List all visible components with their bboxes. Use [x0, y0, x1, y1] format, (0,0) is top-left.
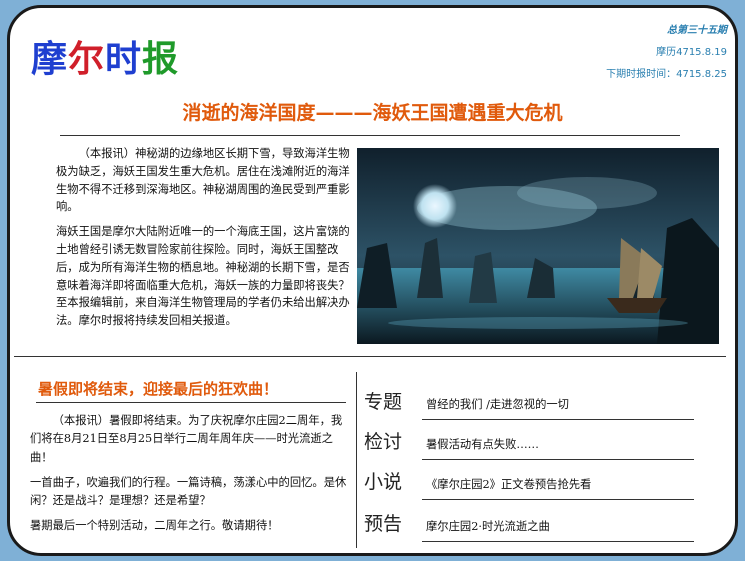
secondary-article: （本报讯）暑假即将结束。为了庆祝摩尔庄园2二周年，我们将在8月21日至8月25日…	[30, 412, 348, 543]
toc-row-review: 检讨 暑假活动有点失败……	[364, 424, 694, 460]
secondary-headline: 暑假即将结束，迎接最后的狂欢曲！	[38, 380, 279, 398]
toc-row-novel: 小说 《摩尔庄园2》正文卷预告抢先看	[364, 464, 694, 500]
article-paragraph: （本报讯）暑假即将结束。为了庆祝摩尔庄园2二周年，我们将在8月21日至8月25日…	[30, 414, 343, 464]
sea-illustration	[357, 148, 719, 344]
headline-rule	[60, 135, 680, 136]
next-issue-date: 下期时报时间：4715.8.25	[606, 69, 727, 80]
issue-info: 总第三十五期 摩历4715.8.19 下期时报时间：4715.8.25	[606, 20, 727, 86]
secondary-headline-rule	[36, 402, 346, 403]
toc-text: 《摩尔庄园2》正文卷预告抢先看	[426, 478, 592, 491]
toc-text: 暑假活动有点失败……	[426, 438, 539, 451]
section-divider	[14, 356, 726, 357]
toc-rule	[422, 419, 694, 420]
issue-date: 摩历4715.8.19	[656, 47, 727, 58]
toc-rule	[422, 459, 694, 460]
masthead-char: 报	[142, 39, 180, 80]
column-divider	[356, 372, 357, 548]
toc-row-preview: 预告 摩尔庄园2·时光流逝之曲	[364, 506, 694, 542]
article-paragraph: （本报讯）神秘湖的边缘地区长期下雪，导致海洋生物极为缺乏，海妖王国发生重大危机。…	[56, 147, 350, 214]
toc-label: 专题	[364, 391, 403, 413]
masthead-char: 摩	[31, 39, 69, 80]
toc-text: 曾经的我们 /走进忽视的一切	[426, 398, 569, 411]
masthead-char: 尔	[68, 39, 106, 80]
masthead-char: 时	[105, 39, 143, 80]
main-article: （本报讯）神秘湖的边缘地区长期下雪，导致海洋生物极为缺乏，海妖王国发生重大危机。…	[56, 145, 351, 337]
article-paragraph: 暑期最后一个特别活动，二周年之行。敬请期待！	[30, 519, 279, 533]
toc-row-feature: 专题 曾经的我们 /走进忽视的一切	[364, 384, 694, 420]
masthead-title: 摩尔时报	[31, 30, 179, 82]
toc-text: 摩尔庄园2·时光流逝之曲	[426, 520, 550, 533]
toc-label: 小说	[364, 471, 403, 493]
issue-number: 总第三十五期	[667, 25, 727, 36]
main-headline: 消逝的海洋国度———海妖王国遭遇重大危机	[182, 102, 563, 124]
toc-label: 检讨	[364, 431, 403, 453]
toc-rule	[422, 541, 694, 542]
toc-rule	[422, 499, 694, 500]
article-paragraph: 一首曲子，吹遍我们的行程。一篇诗稿，荡漾心中的回忆。是休闲？还是战斗？是理想？还…	[30, 475, 347, 508]
toc-label: 预告	[364, 513, 403, 535]
article-paragraph: 海妖王国是摩尔大陆附近唯一的一个海底王国，这片富饶的土地曾经引诱无数冒险家前往探…	[56, 225, 350, 328]
